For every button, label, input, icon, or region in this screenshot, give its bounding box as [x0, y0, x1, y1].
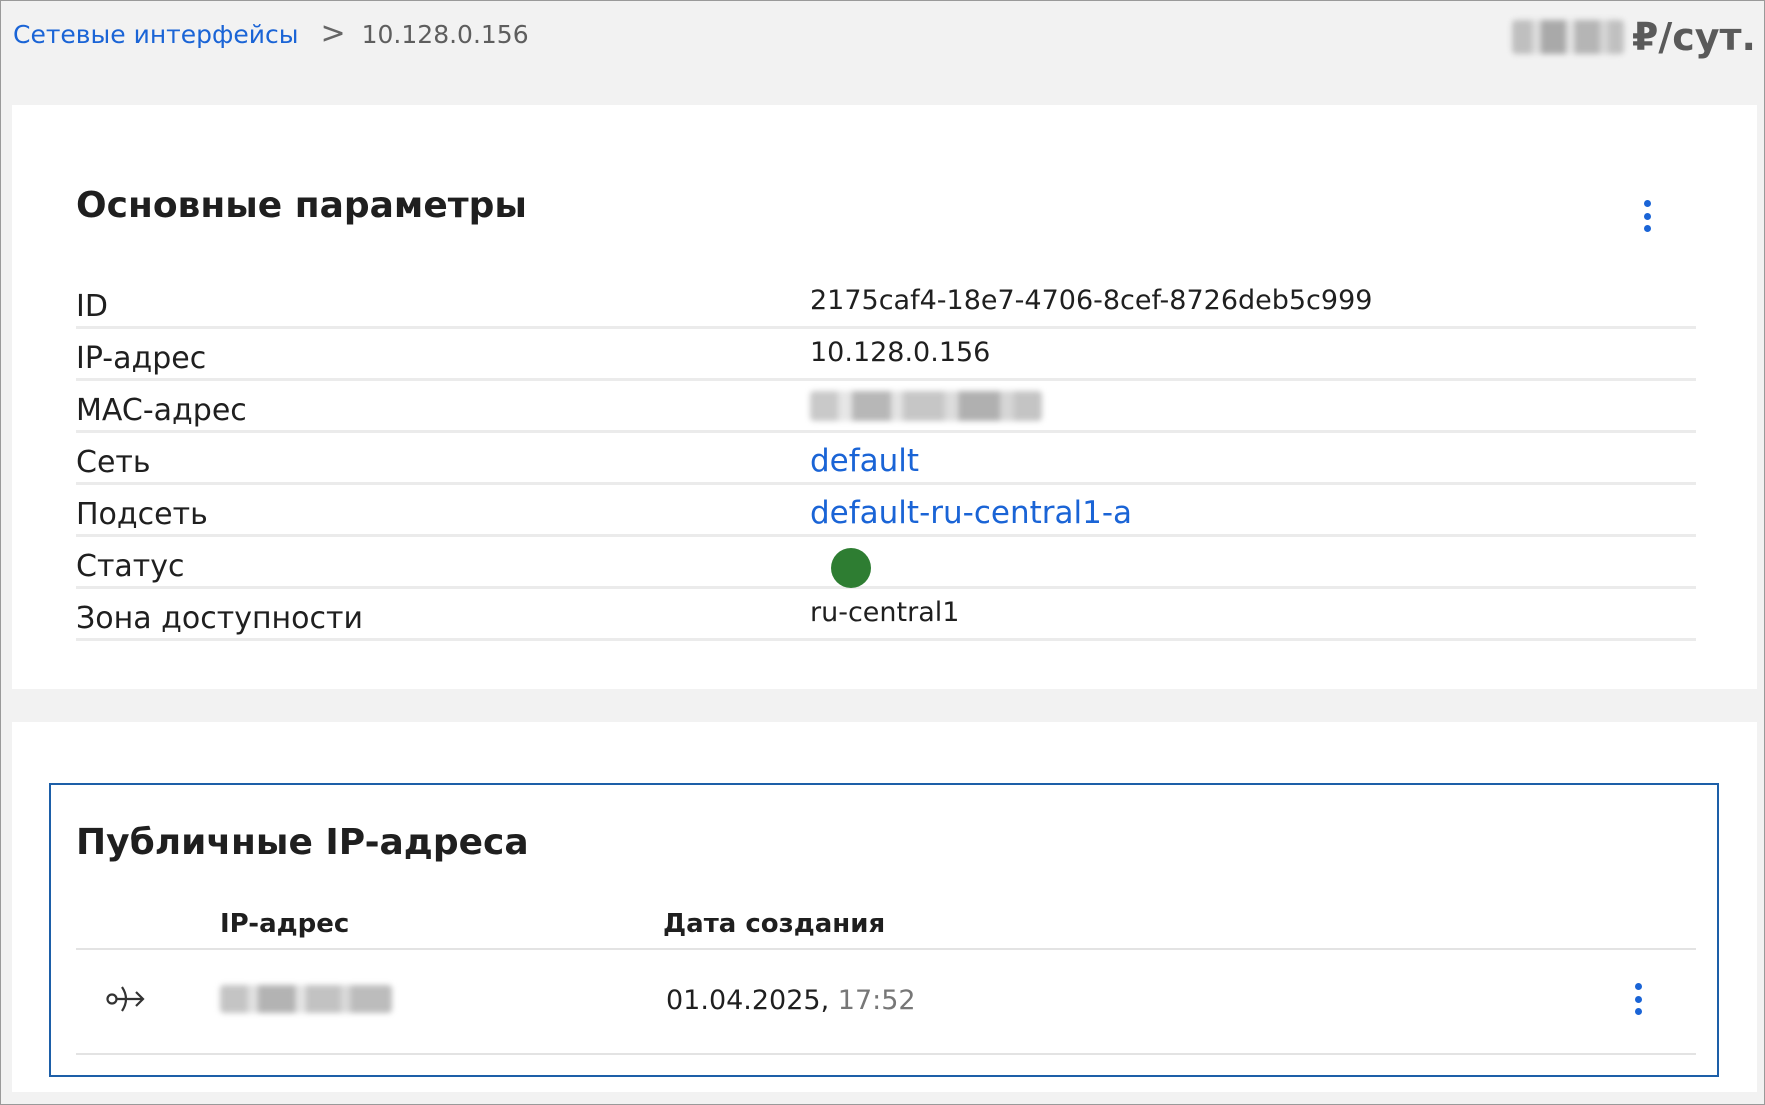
- public-ips-title: Публичные IP-адреса: [76, 822, 529, 863]
- breadcrumb-current: 10.128.0.156: [361, 19, 529, 49]
- column-header-created[interactable]: Дата создания: [663, 909, 885, 939]
- subnet-link[interactable]: default-ru-central1-a: [810, 495, 1132, 531]
- daily-price: ₽/сут.: [1511, 15, 1756, 59]
- param-row-ip: IP-адрес 10.128.0.156: [76, 329, 1696, 381]
- column-header-ip[interactable]: IP-адрес: [220, 909, 349, 939]
- main-params-title: Основные параметры: [76, 185, 527, 226]
- param-label: IP-адрес: [76, 341, 207, 376]
- param-label: MAC-адрес: [76, 393, 247, 428]
- param-label: Зона доступности: [76, 601, 363, 636]
- top-bar: Сетевые интерфейсы > 10.128.0.156 ₽/сут.: [1, 1, 1764, 73]
- breadcrumb: Сетевые интерфейсы > 10.128.0.156: [13, 19, 529, 49]
- param-row-network: Сеть default: [76, 433, 1696, 485]
- param-row-status: Статус: [76, 537, 1696, 589]
- param-label: ID: [76, 289, 108, 324]
- kebab-dot-icon: [1643, 225, 1651, 232]
- created-datetime: 01.04.2025, 17:52: [666, 985, 916, 1016]
- param-row-id: ID 2175caf4-18e7-4706-8cef-8726deb5c999: [76, 277, 1696, 329]
- param-row-mac: MAC-адрес: [76, 381, 1696, 433]
- price-value-redacted: [1511, 20, 1624, 54]
- param-value-mac-redacted: [810, 391, 1042, 421]
- param-value-zone: ru-central1: [810, 597, 960, 628]
- table-row[interactable]: 01.04.2025, 17:52: [76, 949, 1696, 1055]
- param-label: Подсеть: [76, 497, 208, 532]
- network-link[interactable]: default: [810, 443, 919, 479]
- breadcrumb-separator-icon: >: [320, 16, 346, 51]
- main-params-card: Основные параметры ID 2175caf4-18e7-4706…: [12, 105, 1757, 689]
- created-time: 17:52: [837, 985, 916, 1016]
- breadcrumb-network-interfaces-link[interactable]: Сетевые интерфейсы: [13, 20, 298, 49]
- row-actions-button[interactable]: [1626, 983, 1650, 1015]
- status-indicator-icon: [831, 548, 871, 588]
- param-row-zone: Зона доступности ru-central1: [76, 589, 1696, 641]
- param-value-ip: 10.128.0.156: [810, 337, 991, 368]
- param-row-subnet: Подсеть default-ru-central1-a: [76, 485, 1696, 537]
- kebab-dot-icon: [1634, 995, 1642, 1003]
- price-unit: ₽/сут.: [1631, 15, 1756, 59]
- kebab-dot-icon: [1643, 200, 1651, 207]
- public-ips-card: Публичные IP-адреса IP-адрес Дата создан…: [12, 722, 1757, 1092]
- param-value-id: 2175caf4-18e7-4706-8cef-8726deb5c999: [810, 285, 1373, 316]
- table-header: IP-адрес Дата создания: [76, 889, 1696, 950]
- kebab-dot-icon: [1634, 1008, 1642, 1015]
- kebab-dot-icon: [1643, 212, 1651, 220]
- param-label: Статус: [76, 549, 185, 584]
- kebab-dot-icon: [1634, 983, 1642, 990]
- param-label: Сеть: [76, 445, 151, 480]
- public-ip-value-redacted: [220, 985, 392, 1013]
- public-ip-icon: [106, 986, 145, 1012]
- params-list: ID 2175caf4-18e7-4706-8cef-8726deb5c999 …: [76, 277, 1696, 641]
- created-date: 01.04.2025,: [666, 985, 830, 1016]
- main-params-actions-button[interactable]: [1635, 200, 1659, 232]
